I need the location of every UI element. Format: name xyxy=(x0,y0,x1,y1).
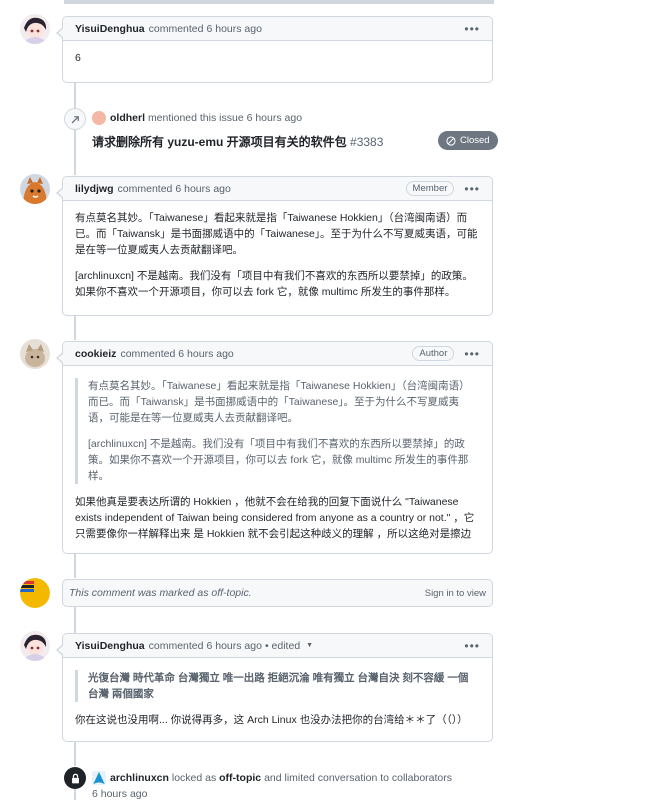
comment-action: commented xyxy=(120,347,176,360)
event-timestamp[interactable]: 6 hours ago xyxy=(92,788,147,800)
comment-paragraph: 你在这说也没用啊... 你说得再多，这 Arch Linux 也没办法把你的台湾… xyxy=(75,714,468,726)
hidden-comment-notice: This comment was marked as off-topic. xyxy=(69,587,252,599)
comment: YisuiDenghua commented 6 hours ago ••• 6 xyxy=(56,16,493,83)
event-text: and limited conversation to collaborator… xyxy=(264,772,452,784)
event-actor[interactable]: oldherl xyxy=(110,112,145,124)
sign-in-to-view-link[interactable]: Sign in to view xyxy=(425,588,486,599)
avatar[interactable] xyxy=(20,339,50,369)
comment-action: commented xyxy=(117,182,173,195)
event-text: mentioned this issue 6 hours ago xyxy=(147,111,303,124)
actor-avatar[interactable] xyxy=(92,771,106,786)
avatar[interactable] xyxy=(20,578,50,608)
avatar[interactable] xyxy=(20,631,50,661)
actor-avatar[interactable] xyxy=(92,111,106,125)
avatar[interactable] xyxy=(20,14,50,44)
comment-author[interactable]: lilydjwg xyxy=(75,183,114,195)
comment: lilydjwg commented 6 hours ago Member ••… xyxy=(56,176,493,316)
cross-reference-icon xyxy=(64,108,86,130)
member-badge: Member xyxy=(405,181,455,196)
comment-header: YisuiDenghua commented 6 hours ago ••• xyxy=(63,17,492,41)
timeline-line xyxy=(74,788,76,800)
quoted-reply: 有点莫名其妙。「Taiwanese」看起来就是指「Taiwanese Hokki… xyxy=(75,378,480,484)
comment-paragraph: 如果他真是要表达所谓的 Hokkien ，他就不会在给我的回复下面说什么 "Ta… xyxy=(75,496,475,540)
timeline-line xyxy=(74,607,76,633)
comment-timestamp[interactable]: 6 hours ago xyxy=(206,640,261,652)
comment-header: cookieiz commented 6 hours ago Author ••… xyxy=(63,342,492,366)
chevron-down-icon[interactable]: ▼ xyxy=(306,642,313,649)
comment-author[interactable]: cookieiz xyxy=(75,348,116,360)
lock-icon xyxy=(64,767,86,789)
quote-paragraph: 光復台灣 時代革命 台灣獨立 唯一出路 拒絕沉淪 唯有獨立 台灣自決 刻不容緩 … xyxy=(88,672,469,700)
comment-paragraph: 6 xyxy=(75,52,81,64)
comment-body: 光復台灣 時代革命 台灣獨立 唯一出路 拒絕沉淪 唯有獨立 台灣自決 刻不容緩 … xyxy=(63,658,492,737)
event-actor[interactable]: archlinuxcn xyxy=(110,772,169,784)
comment: cookieiz commented 6 hours ago Author ••… xyxy=(56,341,493,554)
comment-header: YisuiDenghua commented 6 hours ago • edi… xyxy=(63,634,492,658)
previous-item-edge xyxy=(64,0,494,4)
comment-body: 有点莫名其妙。「Taiwanese」看起来就是指「Taiwanese Hokki… xyxy=(63,366,492,551)
comment-body: 有点莫名其妙。「Taiwanese」看起来就是指「Taiwanese Hokki… xyxy=(63,201,492,309)
comment-author[interactable]: YisuiDenghua xyxy=(75,23,145,35)
referenced-issue[interactable]: 请求删除所有 yuzu-emu 开源项目有关的软件包 #3383 xyxy=(92,133,383,150)
author-badge: Author xyxy=(412,346,455,361)
status-label: Closed xyxy=(460,135,490,146)
comment-action: commented xyxy=(148,639,204,652)
arch-logo-icon xyxy=(93,772,105,785)
kebab-menu-icon[interactable]: ••• xyxy=(464,639,480,653)
timeline-line xyxy=(74,554,76,578)
lock-event: archlinuxcn locked as off-topic and limi… xyxy=(92,770,492,800)
comment-timestamp[interactable]: 6 hours ago xyxy=(206,23,261,35)
kebab-menu-icon[interactable]: ••• xyxy=(464,22,480,36)
mention-event: oldherl mentioned this issue 6 hours ago xyxy=(92,111,302,125)
comment-header: lilydjwg commented 6 hours ago Member ••… xyxy=(63,177,492,201)
comment-timestamp[interactable]: 6 hours ago xyxy=(178,348,233,360)
kebab-menu-icon[interactable]: ••• xyxy=(464,182,480,196)
comment-paragraph: 有点莫名其妙。「Taiwanese」看起来就是指「Taiwanese Hokki… xyxy=(75,212,478,256)
comment: YisuiDenghua commented 6 hours ago • edi… xyxy=(56,633,493,742)
issue-number[interactable]: #3383 xyxy=(350,135,383,149)
issue-title[interactable]: 请求删除所有 yuzu-emu 开源项目有关的软件包 xyxy=(92,135,347,149)
issue-closed-icon xyxy=(446,135,456,146)
comment-paragraph: [archlinuxcn] 不是越南。我们没有「项目中有我们不喜欢的东西所以要禁… xyxy=(75,270,473,298)
timeline-line xyxy=(74,742,76,766)
comment-timestamp[interactable]: 6 hours ago xyxy=(175,183,230,195)
quote-paragraph: [archlinuxcn] 不是越南。我们没有「项目中有我们不喜欢的东西所以要禁… xyxy=(88,438,469,482)
quote-paragraph: 有点莫名其妙。「Taiwanese」看起来就是指「Taiwanese Hokki… xyxy=(88,380,470,424)
status-badge: Closed xyxy=(438,131,498,150)
comment-action: commented xyxy=(148,22,204,35)
avatar[interactable] xyxy=(20,174,50,204)
event-text: locked as xyxy=(171,772,217,784)
edited-indicator[interactable]: • edited xyxy=(265,640,300,652)
quoted-text: 光復台灣 時代革命 台灣獨立 唯一出路 拒絕沉淪 唯有獨立 台灣自決 刻不容緩 … xyxy=(75,670,480,702)
hidden-comment: This comment was marked as off-topic. Si… xyxy=(62,579,493,607)
lock-reason: off-topic xyxy=(219,772,262,784)
comment-author[interactable]: YisuiDenghua xyxy=(75,640,145,652)
kebab-menu-icon[interactable]: ••• xyxy=(464,347,480,361)
comment-body: 6 xyxy=(63,41,492,75)
timeline-line xyxy=(74,316,76,340)
